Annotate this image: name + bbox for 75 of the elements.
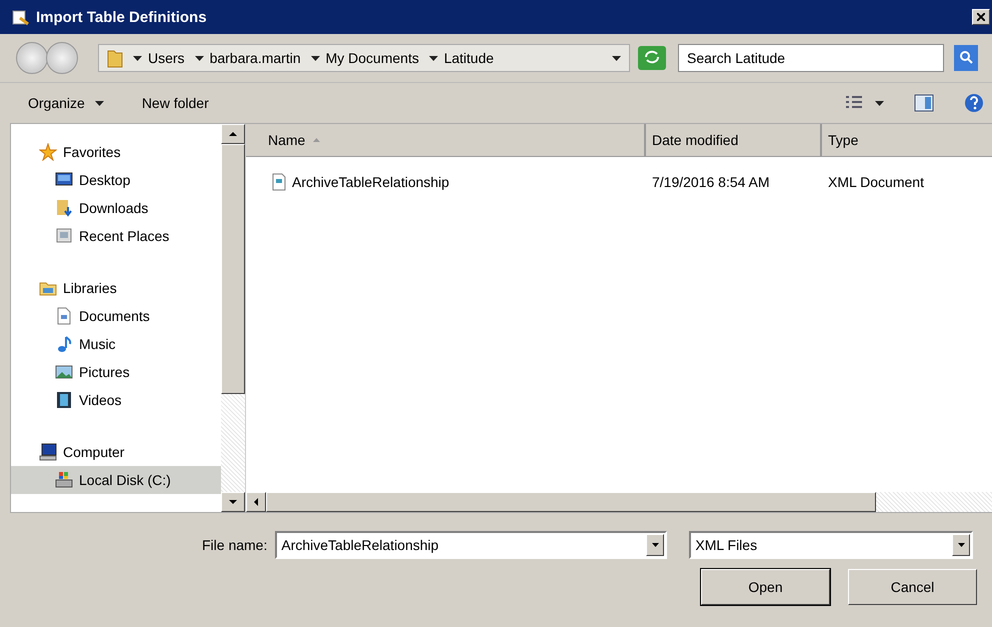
list-view-icon: [845, 95, 863, 111]
left-arrow-icon: [254, 498, 258, 506]
scroll-left-button[interactable]: [246, 492, 266, 512]
navigation-item[interactable]: Pictures: [11, 358, 221, 386]
document-icon: [55, 307, 73, 325]
file-type: XML Document: [827, 174, 925, 190]
column-header[interactable]: Type: [822, 124, 992, 156]
address-bar[interactable]: Users barbara.martin My Documents Latitude: [98, 44, 630, 72]
pane-icon: [914, 94, 934, 112]
music-note-icon: [55, 335, 73, 353]
horizontal-scrollbar[interactable]: [246, 492, 992, 512]
caret-icon: [958, 543, 965, 547]
caret-icon: [194, 56, 204, 60]
sort-arrow-icon: [313, 138, 320, 142]
up-arrow-icon: [229, 132, 237, 136]
caret-icon: [612, 56, 621, 60]
folder-icon: [107, 48, 123, 68]
scroll-up-button[interactable]: [221, 124, 245, 144]
scroll-thumb[interactable]: [221, 144, 245, 394]
breadcrumb[interactable]: barbara.martin: [194, 50, 301, 66]
search-field[interactable]: Search Latitude: [678, 44, 944, 72]
folder-arrow-icon: [55, 199, 73, 217]
close-button[interactable]: [972, 9, 990, 25]
file-name-label: File name:: [202, 537, 268, 553]
dialog-button[interactable]: Open: [701, 569, 830, 605]
caret-icon: [310, 56, 320, 60]
column-header[interactable]: Date modified: [646, 124, 822, 156]
navigation-item[interactable]: Computer: [11, 438, 221, 466]
search-icon: [959, 50, 973, 64]
navigation-item[interactable]: Videos: [11, 386, 221, 414]
scroll-thumb[interactable]: [266, 492, 876, 512]
refresh-button[interactable]: [638, 46, 666, 70]
caret-icon: [428, 56, 438, 60]
xml-file-icon: [272, 173, 286, 191]
toolbar-button[interactable]: New folder: [136, 91, 215, 115]
navigation-item[interactable]: Documents: [11, 302, 221, 330]
breadcrumb[interactable]: My Documents: [310, 50, 419, 66]
search-button[interactable]: [954, 45, 978, 71]
window-title: Import Table Definitions: [36, 8, 208, 26]
refresh-arrows-icon: [644, 50, 660, 64]
help-button[interactable]: [962, 91, 986, 115]
breadcrumb[interactable]: Latitude: [428, 50, 494, 66]
file-date: 7/19/2016 8:54 AM: [651, 174, 771, 190]
preview-pane-button[interactable]: [912, 92, 936, 114]
navigation-item[interactable]: Recent Places: [11, 222, 221, 250]
caret-icon: [875, 100, 884, 106]
navigation-item[interactable]: Libraries: [11, 274, 221, 302]
caret-icon: [94, 100, 104, 106]
navigation-item[interactable]: Downloads: [11, 194, 221, 222]
dialog-icon: [12, 8, 30, 26]
navigation-item[interactable]: Music: [11, 330, 221, 358]
help-icon: [964, 93, 984, 113]
star-icon: [39, 143, 57, 161]
disk-drive-icon: [55, 471, 73, 489]
close-icon: [977, 13, 985, 21]
pictures-icon: [55, 363, 73, 381]
dialog-button[interactable]: Cancel: [848, 569, 977, 605]
toolbar-button[interactable]: Organize: [22, 91, 110, 115]
vertical-scrollbar[interactable]: [221, 124, 245, 512]
file-type-dropdown[interactable]: XML Files: [689, 531, 974, 559]
dropdown-button[interactable]: [646, 534, 664, 556]
caret-icon: [133, 56, 142, 60]
navigation-item[interactable]: Local Disk (C:): [11, 466, 221, 494]
computer-icon: [39, 443, 57, 461]
breadcrumb[interactable]: Users: [133, 50, 185, 66]
column-header[interactable]: Name: [246, 124, 646, 156]
navigation-item[interactable]: Desktop: [11, 166, 221, 194]
down-arrow-icon: [229, 500, 237, 504]
file-name-field[interactable]: ArchiveTableRelationship: [275, 531, 668, 559]
file-name: ArchiveTableRelationship: [292, 174, 450, 190]
caret-icon: [652, 543, 659, 547]
scroll-down-button[interactable]: [221, 492, 245, 512]
file-row[interactable]: ArchiveTableRelationship 7/19/2016 8:54 AM XML Document: [246, 167, 992, 197]
navigation-item[interactable]: Favorites: [11, 138, 221, 166]
dropdown-button[interactable]: [952, 534, 970, 556]
